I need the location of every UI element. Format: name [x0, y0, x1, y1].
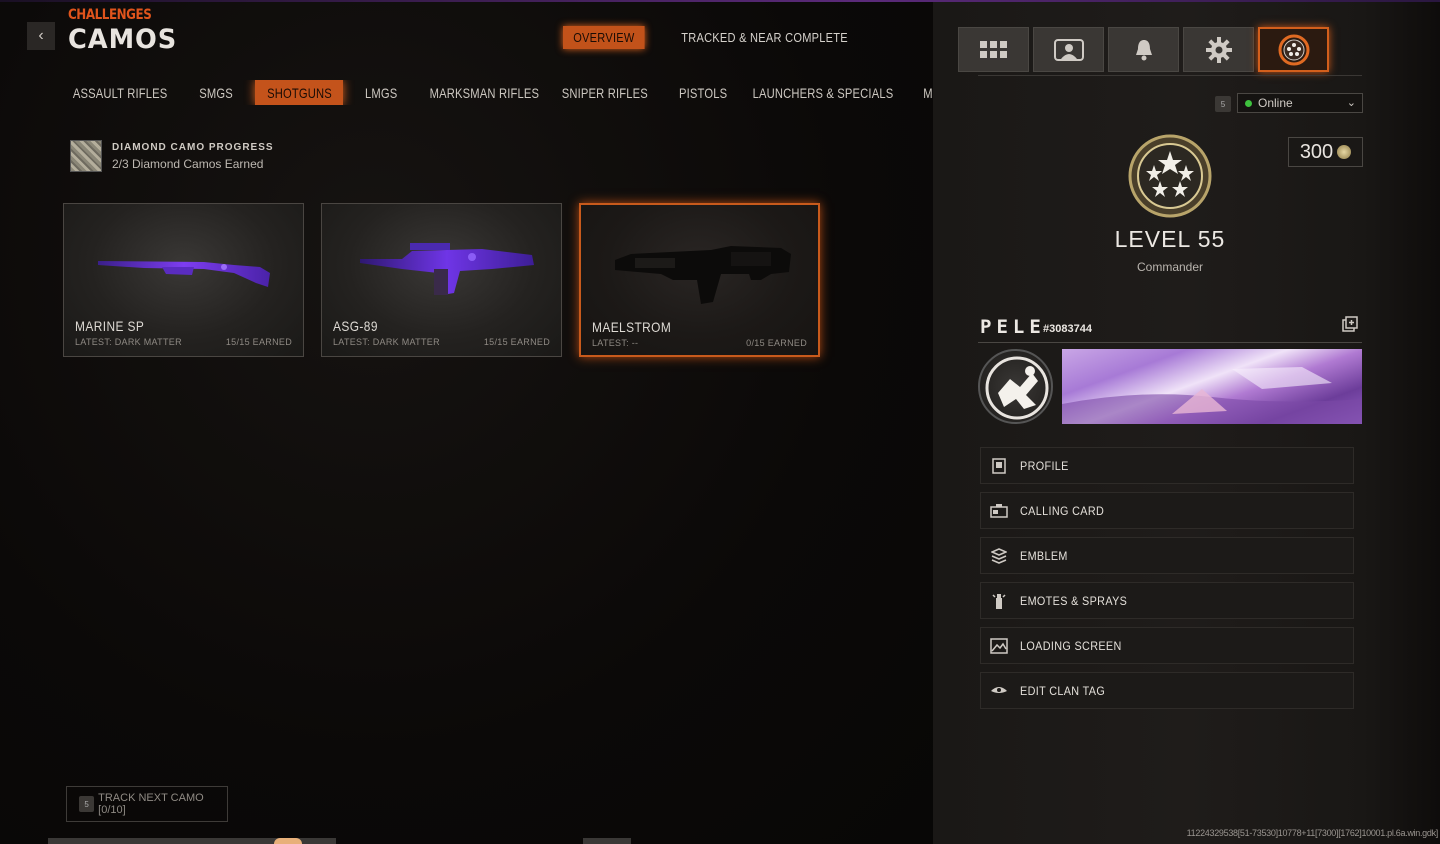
menu-item-profile[interactable]: PROFILE: [980, 447, 1354, 484]
weapon-latest-camo: LATEST: DARK MATTER: [333, 337, 440, 347]
bell-icon[interactable]: [1108, 27, 1179, 72]
tab-label: MARKSMAN RIFLES: [429, 84, 539, 101]
status-keybind-badge: 5: [1215, 96, 1231, 112]
tab-pistols[interactable]: PISTOLS: [673, 80, 733, 105]
weapon-card-marine-sp[interactable]: MARINE SP LATEST: DARK MATTER 15/15 EARN…: [63, 203, 304, 357]
tab-label: SNIPER RIFLES: [561, 84, 649, 101]
profile-divider: [978, 342, 1362, 343]
rank-star-icon[interactable]: [1258, 27, 1329, 72]
track-next-camo-button[interactable]: 5 TRACK NEXT CAMO [0/10]: [66, 786, 228, 822]
tab-sniper-rifles[interactable]: SNIPER RIFLES: [561, 80, 649, 105]
tab-label: M: [923, 84, 932, 101]
player-level: LEVEL 55: [1114, 226, 1226, 252]
tab-melee[interactable]: M: [918, 80, 932, 105]
weapon-name: MAELSTROM: [592, 319, 672, 335]
top-tabs: OVERVIEW TRACKED & NEAR COMPLETE: [563, 26, 891, 49]
menu-item-emblem[interactable]: EMBLEM: [980, 537, 1354, 574]
menu-item-loading-screen[interactable]: LOADING SCREEN: [980, 627, 1354, 664]
tab-overview[interactable]: OVERVIEW: [563, 26, 645, 49]
player-name: PELE: [980, 316, 1046, 338]
top-accent-line: [0, 0, 1440, 2]
page-title: CAMOS: [68, 24, 178, 55]
cod-points-icon: [1337, 145, 1352, 159]
diamond-camo-swatch: [70, 140, 102, 172]
calling-card-image[interactable]: [1062, 349, 1362, 424]
calling-card-art: [1062, 367, 1362, 424]
track-next-camo-label: TRACK NEXT CAMO [0/10]: [98, 792, 204, 816]
breadcrumb: CHALLENGES: [68, 7, 152, 23]
cod-points-value: 300: [1299, 140, 1334, 163]
marine-sp-image: [98, 261, 270, 287]
chevron-down-icon: ⌄: [1346, 97, 1356, 109]
emote-icon: [990, 592, 1008, 610]
gear-icon[interactable]: [1183, 27, 1254, 72]
profile-icon: [990, 457, 1008, 475]
player-tag: #3083744: [1043, 323, 1092, 335]
menu-item-label: EDIT CLAN TAG: [1020, 683, 1106, 698]
category-tabs: ASSAULT RIFLES SMGS SHOTGUNS LMGS MARKSM…: [70, 80, 932, 105]
tab-label: LAUNCHERS & SPECIALS: [752, 84, 894, 101]
copy-icon[interactable]: [1342, 316, 1358, 332]
weapon-name: MARINE SP: [75, 318, 145, 334]
tab-marksman-rifles[interactable]: MARKSMAN RIFLES: [422, 80, 546, 105]
cod-points-balance[interactable]: 300: [1288, 137, 1363, 167]
rank-emblem-icon: [1128, 134, 1212, 218]
grid-icon[interactable]: [958, 27, 1029, 72]
player-rank: Commander: [1136, 260, 1204, 274]
tab-lmgs[interactable]: LMGS: [357, 80, 405, 105]
menu-item-label: EMOTES & SPRAYS: [1020, 593, 1128, 608]
menu-item-label: CALLING CARD: [1020, 503, 1105, 518]
menu-item-emotes-sprays[interactable]: EMOTES & SPRAYS: [980, 582, 1354, 619]
weapon-name: ASG-89: [333, 318, 378, 334]
back-button[interactable]: ‹: [27, 22, 55, 50]
tab-assault-rifles[interactable]: ASSAULT RIFLES: [70, 80, 170, 105]
weapon-earned-count: 15/15 EARNED: [225, 337, 292, 347]
weapon-card-maelstrom[interactable]: MAELSTROM LATEST: -- 0/15 EARNED: [579, 203, 820, 357]
tab-label: PISTOLS: [678, 84, 728, 101]
tab-launchers-specials[interactable]: LAUNCHERS & SPECIALS: [753, 80, 894, 105]
tab-label: ASSAULT RIFLES: [72, 84, 168, 101]
weapon-card-asg-89[interactable]: ASG-89 LATEST: DARK MATTER 15/15 EARNED: [321, 203, 562, 357]
calling-card-icon: [990, 502, 1008, 520]
player-emblem[interactable]: [978, 349, 1053, 424]
keybind-badge: 5: [79, 796, 95, 812]
profile-menu: PROFILE CALLING CARD EMBLEM EMOTES & SPR…: [980, 447, 1354, 717]
tab-label: SHOTGUNS: [266, 84, 332, 101]
emblem-icon: [990, 547, 1008, 565]
party-icon[interactable]: [1033, 27, 1104, 72]
menu-item-calling-card[interactable]: CALLING CARD: [980, 492, 1354, 529]
tab-label: LMGS: [364, 84, 398, 101]
menu-item-label: LOADING SCREEN: [1020, 638, 1122, 653]
bottom-scroll-segment: [583, 838, 631, 844]
sidebar-nav: [958, 27, 1329, 72]
maelstrom-image: [615, 246, 791, 304]
chevron-left-icon: ‹: [38, 27, 44, 44]
weapon-latest-camo: LATEST: DARK MATTER: [75, 337, 182, 347]
progress-subtitle: 2/3 Diamond Camos Earned: [112, 156, 264, 171]
asg-89-image: [360, 243, 534, 295]
weapon-earned-count: 15/15 EARNED: [483, 337, 550, 347]
weapon-latest-camo: LATEST: --: [592, 338, 639, 348]
menu-item-label: EMBLEM: [1020, 548, 1068, 563]
progress-title: DIAMOND CAMO PROGRESS: [112, 141, 274, 153]
weapon-cards: MARINE SP LATEST: DARK MATTER 15/15 EARN…: [63, 203, 820, 357]
clan-tag-icon: [990, 682, 1008, 700]
weapon-earned-count: 0/15 EARNED: [746, 338, 807, 348]
online-status-value: Online: [1258, 96, 1293, 110]
loading-screen-icon: [990, 637, 1008, 655]
cursor-indicator: [274, 838, 302, 844]
tab-tracked-near-complete[interactable]: TRACKED & NEAR COMPLETE: [671, 26, 858, 49]
menu-item-label: PROFILE: [1020, 458, 1069, 473]
main-panel: [0, 0, 933, 844]
online-status-dot: [1245, 99, 1252, 107]
build-id: 11224329538[51-73530]10778+11[7300][1762…: [1186, 828, 1439, 838]
diamond-camo-progress: DIAMOND CAMO PROGRESS 2/3 Diamond Camos …: [70, 140, 274, 172]
menu-item-edit-clan-tag[interactable]: EDIT CLAN TAG: [980, 672, 1354, 709]
sidebar-divider: [978, 75, 1362, 76]
online-status-dropdown[interactable]: Online ⌄: [1237, 93, 1363, 113]
tab-shotguns[interactable]: SHOTGUNS: [255, 80, 343, 105]
tab-smgs[interactable]: SMGS: [190, 80, 242, 105]
tab-label: SMGS: [199, 84, 233, 101]
